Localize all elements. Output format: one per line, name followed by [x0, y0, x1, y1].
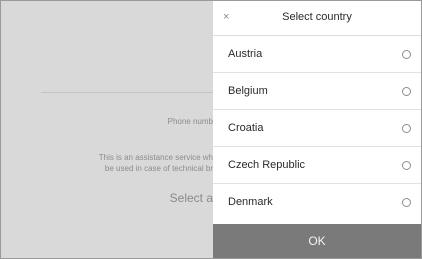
select-country-dialog: × Select country Austria Belgium Croatia…	[213, 1, 421, 258]
country-label: Belgium	[228, 85, 268, 97]
country-item-czech-republic[interactable]: Czech Republic	[213, 147, 421, 184]
country-item-denmark[interactable]: Denmark	[213, 184, 421, 220]
country-label: Czech Republic	[228, 159, 306, 171]
service-description-line-1: This is an assistance service wh	[98, 153, 213, 162]
phone-number-label: Phone numb	[167, 117, 213, 126]
radio-button[interactable]	[402, 198, 411, 207]
country-item-belgium[interactable]: Belgium	[213, 73, 421, 110]
country-list: Austria Belgium Croatia Czech Republic D…	[213, 36, 421, 220]
divider	[41, 92, 213, 93]
ok-button[interactable]: OK	[213, 224, 421, 258]
country-label: Denmark	[228, 196, 273, 208]
background-screen: Phone numb This is an assistance service…	[1, 1, 213, 258]
country-item-croatia[interactable]: Croatia	[213, 110, 421, 147]
radio-button[interactable]	[402, 124, 411, 133]
service-description: This is an assistance service wh be used…	[63, 152, 213, 174]
select-prompt: Select a	[169, 191, 213, 205]
dialog-title: Select country	[282, 11, 352, 23]
country-item-austria[interactable]: Austria	[213, 36, 421, 73]
radio-button[interactable]	[402, 50, 411, 59]
radio-button[interactable]	[402, 161, 411, 170]
country-label: Croatia	[228, 122, 264, 134]
screen-frame: Phone numb This is an assistance service…	[0, 0, 422, 259]
service-description-line-2: be used in case of technical br	[104, 164, 213, 173]
country-label: Austria	[228, 48, 263, 60]
radio-button[interactable]	[402, 87, 411, 96]
dialog-header: × Select country	[213, 1, 421, 36]
